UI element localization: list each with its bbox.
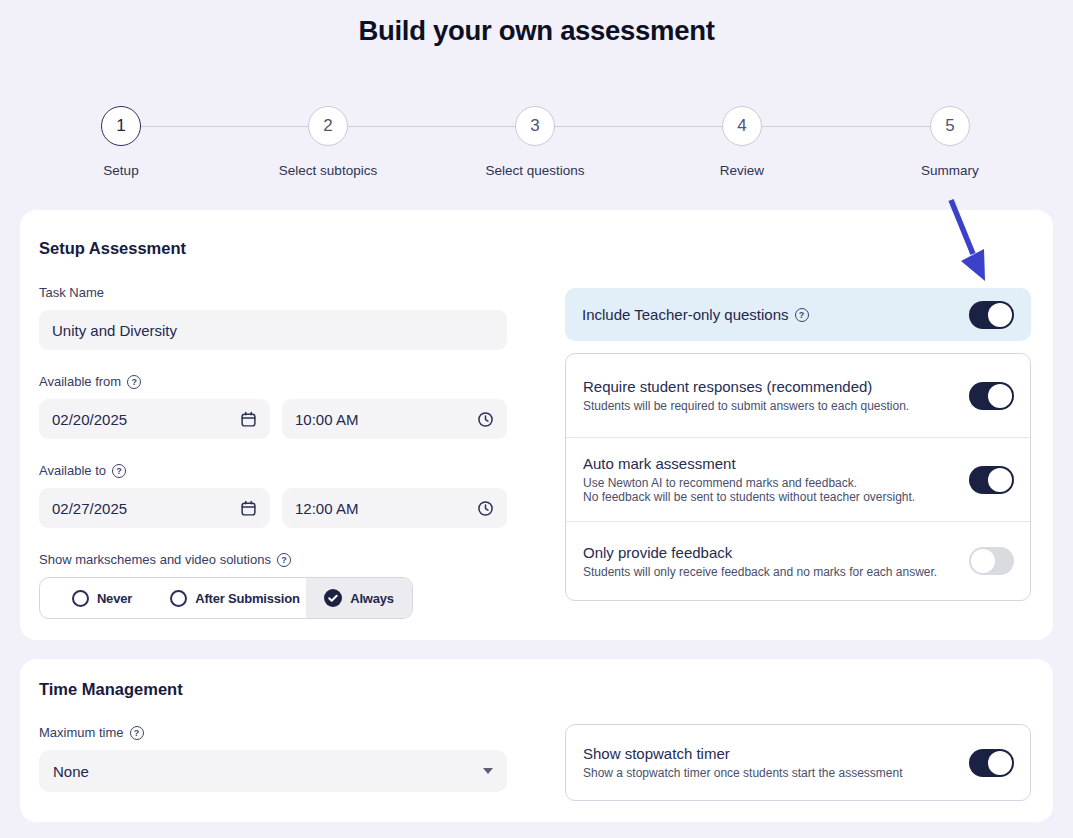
markschemes-segmented-control: Never After Submission Always <box>39 577 413 619</box>
help-icon[interactable]: ? <box>130 726 144 740</box>
show-stopwatch-timer-subtitle: Show a stopwatch timer once students sta… <box>583 766 957 780</box>
only-provide-feedback-row: Only provide feedback Students will only… <box>566 521 1030 600</box>
markschemes-label: Show markschemes and video solutions ? <box>39 552 291 567</box>
option-never[interactable]: Never <box>40 578 164 618</box>
help-icon[interactable]: ? <box>127 375 141 389</box>
available-from-label: Available from ? <box>39 374 141 389</box>
time-card-title: Time Management <box>39 680 183 699</box>
only-provide-feedback-title: Only provide feedback <box>583 544 957 561</box>
task-name-label: Task Name <box>39 285 104 300</box>
only-provide-feedback-toggle[interactable] <box>969 547 1014 575</box>
step-label-select-subtopics: Select subtopics <box>248 163 408 178</box>
task-name-input[interactable]: Unity and Diversity <box>39 310 507 350</box>
calendar-icon <box>240 500 257 517</box>
setup-assessment-card: Setup Assessment Task Name Unity and Div… <box>20 210 1053 640</box>
require-student-responses-toggle[interactable] <box>969 382 1014 410</box>
option-after-submission[interactable]: After Submission <box>164 578 306 618</box>
step-label-summary: Summary <box>870 163 1030 178</box>
step-label-setup: Setup <box>41 163 201 178</box>
require-student-responses-title: Require student responses (recommended) <box>583 378 957 395</box>
available-to-date-input[interactable]: 02/27/2025 <box>39 488 270 528</box>
stepper: 1 Setup 2 Select subtopics 3 Select ques… <box>0 106 1073 186</box>
show-stopwatch-timer-row: Show stopwatch timer Show a stopwatch ti… <box>565 724 1031 801</box>
step-select-subtopics[interactable]: 2 Select subtopics <box>248 106 408 178</box>
check-circle-icon <box>324 589 342 607</box>
radio-icon <box>170 590 187 607</box>
maximum-time-label: Maximum time ? <box>39 725 144 740</box>
radio-icon <box>72 590 89 607</box>
available-to-label: Available to ? <box>39 463 126 478</box>
available-from-time-input[interactable]: 10:00 AM <box>282 399 507 439</box>
show-stopwatch-timer-toggle[interactable] <box>969 749 1014 777</box>
require-student-responses-row: Require student responses (recommended) … <box>566 354 1030 437</box>
step-label-select-questions: Select questions <box>455 163 615 178</box>
include-teacher-only-row: Include Teacher-only questions ? <box>565 288 1031 341</box>
include-teacher-only-label: Include Teacher-only questions ? <box>582 306 969 323</box>
auto-mark-assessment-toggle[interactable] <box>969 466 1014 494</box>
page: { "page": { "title": "Build your own ass… <box>0 0 1073 838</box>
help-icon[interactable]: ? <box>795 308 809 322</box>
step-review[interactable]: 4 Review <box>662 106 822 178</box>
setup-card-title: Setup Assessment <box>39 239 186 258</box>
auto-mark-assessment-subtitle: Use Newton AI to recommend marks and fee… <box>583 476 957 490</box>
auto-mark-assessment-row: Auto mark assessment Use Newton AI to re… <box>566 437 1030 521</box>
auto-mark-assessment-title: Auto mark assessment <box>583 455 957 472</box>
only-provide-feedback-subtitle: Students will only receive feedback and … <box>583 565 957 579</box>
step-circle-4: 4 <box>722 106 762 146</box>
require-student-responses-subtitle: Students will be required to submit answ… <box>583 399 957 413</box>
available-from-date-input[interactable]: 02/20/2025 <box>39 399 270 439</box>
available-to-time-input[interactable]: 12:00 AM <box>282 488 507 528</box>
clock-icon <box>477 500 494 517</box>
chevron-down-icon <box>483 768 493 774</box>
include-teacher-only-toggle[interactable] <box>969 301 1014 329</box>
help-icon[interactable]: ? <box>112 464 126 478</box>
time-management-card: Time Management Maximum time ? None Show… <box>20 659 1053 822</box>
auto-mark-assessment-subtitle2: No feedback will be sent to students wit… <box>583 490 957 504</box>
page-title: Build your own assessment <box>0 15 1073 47</box>
step-setup[interactable]: 1 Setup <box>41 106 201 178</box>
show-stopwatch-timer-title: Show stopwatch timer <box>583 745 957 762</box>
step-label-review: Review <box>662 163 822 178</box>
step-circle-1: 1 <box>101 106 141 146</box>
step-circle-2: 2 <box>308 106 348 146</box>
calendar-icon <box>240 411 257 428</box>
option-always[interactable]: Always <box>306 578 412 618</box>
step-circle-3: 3 <box>515 106 555 146</box>
response-settings-group: Require student responses (recommended) … <box>565 353 1031 601</box>
pointer-arrow <box>940 195 1000 295</box>
maximum-time-dropdown[interactable]: None <box>39 750 507 792</box>
help-icon[interactable]: ? <box>277 553 291 567</box>
step-summary[interactable]: 5 Summary <box>870 106 1030 178</box>
clock-icon <box>477 411 494 428</box>
step-circle-5: 5 <box>930 106 970 146</box>
step-select-questions[interactable]: 3 Select questions <box>455 106 615 178</box>
